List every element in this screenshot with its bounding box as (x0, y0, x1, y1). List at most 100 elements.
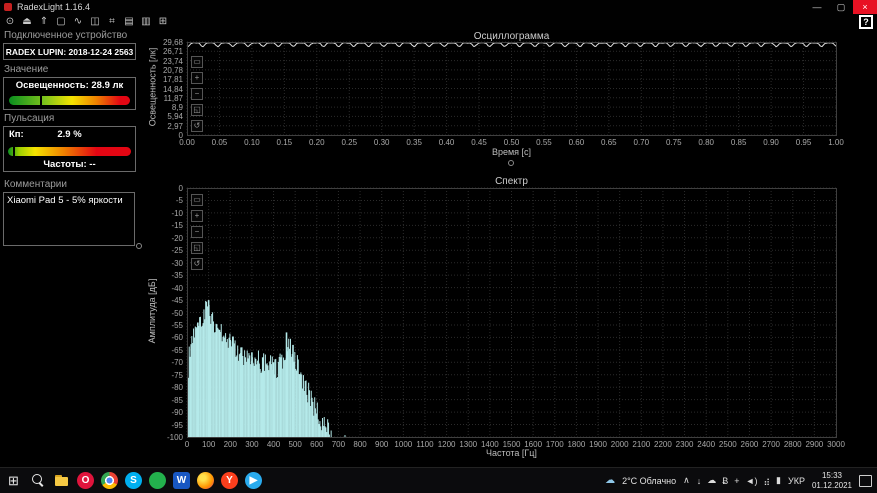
oscillogram-xlabel: Время [с] (187, 147, 836, 157)
bluetooth-icon[interactable]: Ƀ (722, 476, 728, 486)
oscillogram-x-tick: 0.85 (724, 138, 754, 147)
oscillogram-y-tick: 23,74 (150, 57, 183, 66)
opera-button[interactable]: O (77, 472, 94, 489)
weather-text[interactable]: 2°C Облачно (622, 476, 676, 486)
spectrum-y-tick: -20 (150, 234, 183, 243)
oscillogram-x-tick: 0.50 (497, 138, 527, 147)
toolbar: ⊙⏏⇑▢∿◫⌗▤▥⊞ (0, 14, 877, 30)
spectrum-y-tick: -95 (150, 421, 183, 430)
histogram-view-button[interactable]: ▥ (139, 15, 153, 29)
telegram-button[interactable]: ▶ (245, 472, 262, 489)
minimize-button[interactable]: — (805, 0, 829, 14)
volume-icon[interactable]: ◄) (746, 476, 758, 486)
oscillogram-x-tick: 0.30 (367, 138, 397, 147)
search-button[interactable] (29, 472, 46, 489)
oscillogram-y-tick: 26,71 (150, 47, 183, 56)
clock[interactable]: 15:33 01.12.2021 (812, 471, 852, 491)
spectrum-y-tick: -5 (150, 196, 183, 205)
weather-icon: ☁ (605, 475, 615, 486)
oscillogram-y-tick: 2,97 (150, 122, 183, 131)
reset-zoom-button[interactable]: ↺ (191, 120, 203, 132)
red-app-button[interactable]: Y (221, 472, 238, 489)
display-mode-button[interactable]: ▢ (54, 15, 68, 29)
oscillogram-x-tick: 0.75 (659, 138, 689, 147)
spectrum-y-tick: 0 (150, 184, 183, 193)
system-tray: ☁ 2°C Облачно ∧ ↓ ☁ Ƀ + ◄) ⣴ ▮ УКР 15:33 01.12… (605, 468, 877, 493)
zoom-in-button[interactable]: + (191, 72, 203, 84)
oscillogram-y-tick: 5,94 (150, 112, 183, 121)
spectrum-x-tick: 3000 (821, 440, 851, 449)
action-center-button[interactable] (859, 475, 872, 487)
oscillogram-y-tick: 14,84 (150, 85, 183, 94)
oscillogram-x-tick: 0.15 (269, 138, 299, 147)
oscillogram-x-tick: 0.10 (237, 138, 267, 147)
zoom-window-button[interactable]: ◱ (191, 104, 203, 116)
oscillogram-x-tick: 0.25 (334, 138, 364, 147)
hidden-icons-caret[interactable]: ∧ (683, 475, 690, 486)
oscillogram-x-tick: 0.70 (626, 138, 656, 147)
oscillogram-y-tick: 17,81 (150, 75, 183, 84)
spectrum-y-tick: -10 (150, 209, 183, 218)
update-icon[interactable]: ↓ (697, 476, 702, 486)
zoom-window-button[interactable]: ◱ (191, 242, 203, 254)
help-button[interactable]: ? (859, 15, 873, 29)
close-button[interactable]: × (853, 0, 877, 14)
spectrum-y-tick: -65 (150, 346, 183, 355)
window-controls: — ▢ × (805, 0, 877, 14)
spectrum-y-tick: -25 (150, 246, 183, 255)
spectrum-y-tick: -30 (150, 259, 183, 268)
charts-overlay: Осциллограмма Время [с] Освещенность [лк… (0, 0, 877, 493)
spectrum-y-tick: -40 (150, 284, 183, 293)
oscillogram-x-tick: 0.60 (561, 138, 591, 147)
zoom-out-button[interactable]: − (191, 88, 203, 100)
upload-button[interactable]: ⇑ (37, 15, 51, 29)
chrome-button[interactable] (101, 472, 118, 489)
clock-date: 01.12.2021 (812, 481, 852, 491)
reset-zoom-button[interactable]: ↺ (191, 258, 203, 270)
start-button[interactable]: ⊞ (5, 472, 22, 489)
spectrum-y-tick: -45 (150, 296, 183, 305)
windows-layout-button[interactable]: ⊞ (156, 15, 170, 29)
waveform-mode-button[interactable]: ∿ (71, 15, 85, 29)
spectrum-y-tick: -15 (150, 221, 183, 230)
snapshot-button[interactable]: ⌗ (105, 15, 119, 29)
table-view-button[interactable]: ▤ (122, 15, 136, 29)
taskbar-apps: ⊞ O S W Y ▶ (0, 472, 262, 489)
green-app-button[interactable] (149, 472, 166, 489)
language-indicator[interactable]: УКР (788, 476, 805, 486)
taskbar: ⊞ O S W Y ▶ ☁ 2°C Облачно ∧ ↓ ☁ Ƀ + ◄) ⣴ ▮ УКР 15:3… (0, 467, 877, 493)
tray-icons: ↓ ☁ Ƀ + ◄) ⣴ ▮ (697, 475, 781, 486)
meter-button[interactable]: ◫ (88, 15, 102, 29)
maximize-button[interactable]: ▢ (829, 0, 853, 14)
oscillogram-y-tick: 0 (150, 131, 183, 140)
device-connect-button[interactable]: ⊙ (3, 15, 17, 29)
spectrum-y-tick: -90 (150, 408, 183, 417)
spectrum-y-tick: -55 (150, 321, 183, 330)
spectrum-y-tick: -35 (150, 271, 183, 280)
eject-device-button[interactable]: ⏏ (20, 15, 34, 29)
battery-icon[interactable]: ▮ (776, 475, 781, 486)
spectrum-y-tick: -85 (150, 396, 183, 405)
chart-splitter-grip[interactable] (508, 160, 514, 166)
spectrum-y-tick: -100 (150, 433, 183, 442)
oscillogram-y-tick: 11,87 (150, 94, 183, 103)
oscillogram-y-tick: 8,9 (150, 103, 183, 112)
select-tool-button[interactable]: ▭ (191, 56, 203, 68)
oscillogram-x-tick: 0.35 (399, 138, 429, 147)
firefox-button[interactable] (197, 472, 214, 489)
file-explorer-button[interactable] (53, 472, 70, 489)
word-button[interactable]: W (173, 472, 190, 489)
network-icon[interactable]: ⣴ (763, 475, 770, 486)
zoom-in-button[interactable]: + (191, 210, 203, 222)
window-title: RadexLight 1.16.4 (17, 2, 90, 12)
select-tool-button[interactable]: ▭ (191, 194, 203, 206)
oscillogram-x-tick: 0.55 (529, 138, 559, 147)
skype-button[interactable]: S (125, 472, 142, 489)
oscillogram-x-tick: 0.80 (691, 138, 721, 147)
spectrum-y-tick: -70 (150, 358, 183, 367)
onedrive-icon[interactable]: ☁ (707, 475, 716, 486)
app-icon (4, 3, 12, 11)
zoom-out-button[interactable]: − (191, 226, 203, 238)
oscillogram-y-tick: 29,68 (150, 38, 183, 47)
defender-icon[interactable]: + (734, 476, 739, 486)
